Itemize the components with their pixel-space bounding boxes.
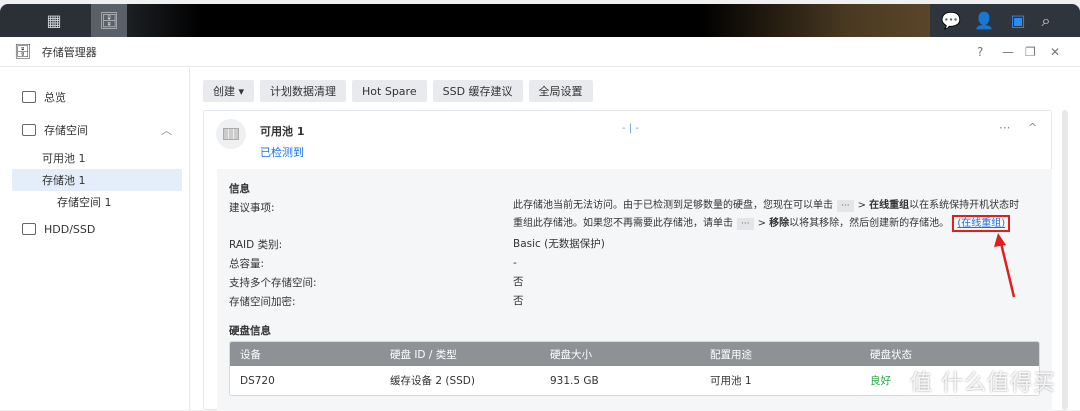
scrollbar[interactable] (1062, 110, 1068, 410)
advice-text: 此存储池当前无法访问。由于已检测到足够数量的硬盘，您现在可以单击 ··· > 在线重… (513, 197, 1043, 233)
encryption-label: 存储空间加密: (229, 296, 296, 308)
col-device: 设备 (240, 348, 261, 361)
advice-part: 此存储池当前无法访问。由于已检测到足够数量的硬盘，您现在可以单击 (513, 200, 833, 211)
sidebar-item-label: 存储空间 (44, 124, 88, 137)
online-rebuild-link[interactable]: (在线重组) (952, 215, 1011, 232)
close-button[interactable]: ✕ (1050, 45, 1060, 59)
sidebar: 总览 存储空间 ︿ 可用池 1 存储池 1 存储空间 1 HDD/SSD (0, 68, 190, 410)
col-size: 硬盘大小 (550, 348, 592, 361)
arrow-text: > (757, 218, 766, 229)
window-title: 存储管理器 (41, 45, 97, 59)
hot-spare-button[interactable]: Hot Spare (352, 80, 427, 102)
more-dots: ··· (737, 218, 754, 230)
taskbar: ▦ 🗄 💬 👤 ▣ ⌕ (0, 4, 1080, 37)
create-button[interactable]: 创建 ▾ (203, 80, 255, 102)
raid-value: Basic (无数据保护) (513, 238, 605, 250)
sidebar-item-label: 可用池 1 (42, 152, 86, 165)
multi-volume-label: 支持多个存储空间: (229, 277, 317, 289)
table-header: 设备 硬盘 ID / 类型 硬盘大小 配置用途 硬盘状态 (230, 342, 1039, 366)
online-rebuild-text: 在线重组 (869, 200, 910, 211)
info-heading: 信息 (229, 183, 250, 195)
chevron-up-icon[interactable]: ︿ (161, 122, 172, 138)
user-icon[interactable]: 👤 (966, 4, 1002, 37)
restore-button[interactable]: ❐ (1025, 45, 1036, 59)
cell-id: 缓存设备 2 (SSD) (390, 375, 475, 387)
app-icon: 🗄 (14, 43, 32, 60)
advice-label: 建议事项: (229, 202, 275, 214)
pool-icon (216, 119, 246, 149)
red-arrow-annotation (994, 233, 1016, 298)
cell-size: 931.5 GB (550, 374, 599, 387)
cell-usage: 可用池 1 (710, 375, 752, 387)
pool-name: 可用池 1 (260, 125, 305, 138)
sidebar-item-label: 存储池 1 (42, 174, 86, 187)
encryption-value: 否 (513, 295, 524, 307)
sidebar-item-label: HDD/SSD (44, 222, 96, 236)
remove-text: 移除 (769, 218, 790, 229)
toolbar: 创建 ▾ 计划数据清理 Hot Spare SSD 缓存建议 全局设置 (203, 80, 593, 102)
storage-manager-icon[interactable]: 🗄 (91, 4, 127, 37)
capacity-label: 总容量: (229, 258, 265, 270)
sidebar-item-available-pool[interactable]: 可用池 1 (12, 147, 182, 169)
pool-status: 已检测到 (260, 146, 304, 159)
schedule-scrub-button[interactable]: 计划数据清理 (260, 80, 347, 102)
sidebar-item-label: 总览 (44, 91, 66, 104)
watermark: 值 什么值得买 (910, 371, 1056, 396)
more-icon[interactable]: ··· (999, 121, 1010, 135)
advice-part: 以在系统保持开机状态时 (909, 200, 1020, 211)
sidebar-item-storage[interactable]: 存储空间 ︿ (12, 119, 182, 141)
advice-part: 重组此存储池。如果您不再需要此存储池，请单击 (513, 218, 733, 229)
arrow-text: > (857, 200, 866, 211)
sidebar-item-label: 存储空间 1 (57, 196, 112, 209)
apps-grid-icon[interactable]: ▦ (36, 4, 72, 37)
storage-manager-window: 🗄 存储管理器 ? — ❐ ✕ 总览 存储空间 ︿ 可用池 1 存储池 1 存储空… (0, 37, 1080, 411)
collapse-icon[interactable]: ^ (1028, 121, 1037, 134)
ssd-advisor-button[interactable]: SSD 缓存建议 (432, 80, 523, 102)
storage-icon (22, 124, 36, 136)
multi-volume-value: 否 (513, 276, 524, 288)
col-id: 硬盘 ID / 类型 (390, 348, 457, 361)
disk-info-heading: 硬盘信息 (229, 325, 271, 337)
raid-label: RAID 类别: (229, 239, 283, 251)
col-usage: 配置用途 (710, 348, 752, 361)
disk-icon (22, 223, 36, 235)
help-button[interactable]: ? (977, 45, 983, 59)
global-settings-button[interactable]: 全局设置 (528, 80, 593, 102)
sidebar-item-storage-pool[interactable]: 存储池 1 (12, 169, 182, 191)
overview-icon (22, 91, 36, 103)
sidebar-item-overview[interactable]: 总览 (12, 86, 182, 108)
advice-part: 以将其移除，然后创建新的存储池。 (789, 218, 950, 229)
sidebar-item-hdd[interactable]: HDD/SSD (12, 218, 182, 240)
pool-usage: - | - (622, 123, 639, 134)
minimize-button[interactable]: — (1002, 45, 1014, 59)
more-dots: ··· (837, 200, 854, 212)
chat-icon[interactable]: 💬 (933, 4, 969, 37)
cell-device: DS720 (240, 374, 275, 387)
search-icon[interactable]: ⌕ (1028, 4, 1064, 37)
capacity-value: - (513, 257, 517, 269)
sidebar-item-volume[interactable]: 存储空间 1 (12, 191, 182, 213)
col-status: 硬盘状态 (870, 348, 912, 361)
